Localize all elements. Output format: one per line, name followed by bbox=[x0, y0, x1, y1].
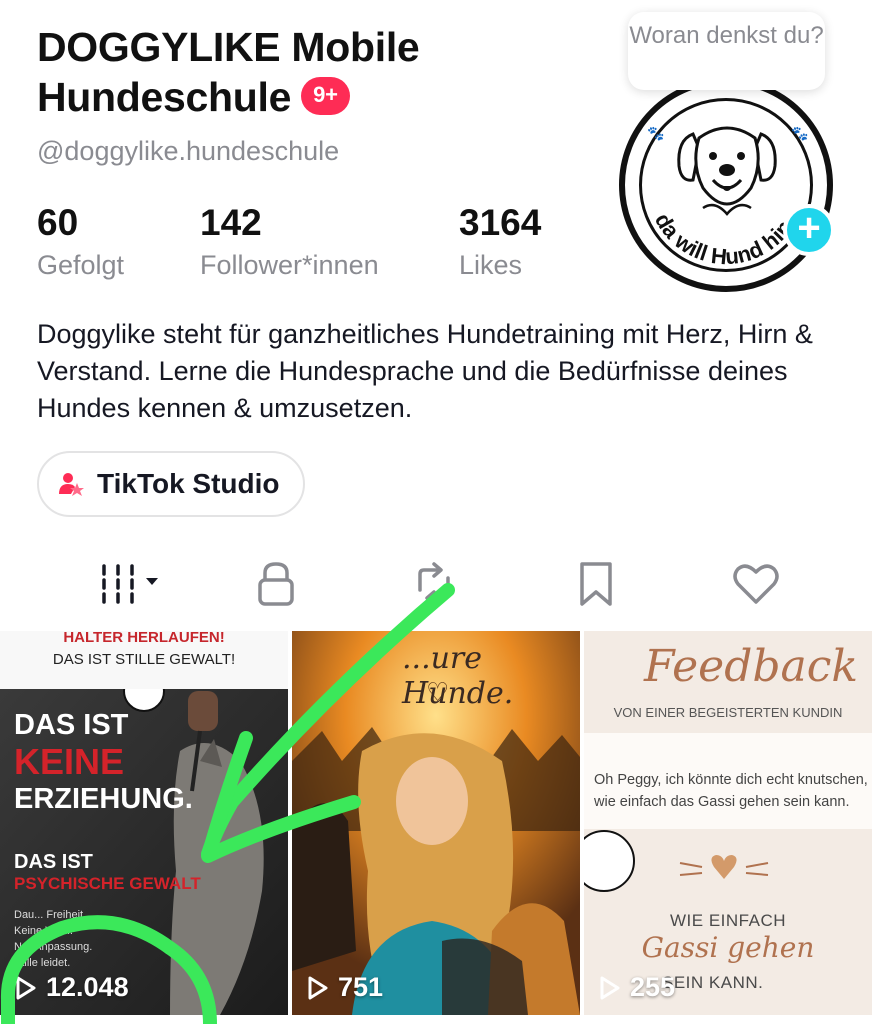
tab-liked[interactable] bbox=[724, 558, 788, 610]
video1-subtitle-line2: PSYCHISCHE GEWALT bbox=[14, 874, 201, 893]
lock-icon bbox=[258, 562, 294, 606]
video2-title: ...ure Hunde. bbox=[402, 641, 514, 711]
video3-bottom-line2: SEIN KANN. bbox=[662, 973, 764, 992]
avatar-slogan-text: da will Hund hin. bbox=[650, 209, 800, 270]
video1-title-line1: DAS IST bbox=[14, 709, 129, 741]
profile-stats: 60 Gefolgt 142 Follower*innen 3164 Likes bbox=[37, 200, 597, 290]
video1-title-line2: KEINE bbox=[14, 741, 125, 782]
video-views-count: 751 bbox=[338, 972, 384, 1002]
video3-bottom-script: Gassi gehen bbox=[641, 931, 815, 964]
stat-followers-label: Follower*innen bbox=[200, 250, 379, 280]
video-thumbnail[interactable]: ♡ ...ure Hunde. 751 bbox=[292, 631, 580, 1015]
stat-following[interactable]: 60 Gefolgt bbox=[37, 200, 124, 284]
video-views-count: 255 bbox=[630, 972, 676, 1002]
video3-subtitle: VON EINER BEGEISTERTEN KUNDIN bbox=[613, 705, 843, 720]
video1-banner-line2: DAS IST STILLE GEWALT! bbox=[52, 651, 236, 668]
profile-tabs bbox=[0, 552, 872, 616]
stat-likes-label: Likes bbox=[459, 250, 523, 280]
video-views-count: 12.048 bbox=[46, 972, 129, 1002]
video3-decor bbox=[584, 830, 769, 892]
video-views: 255 bbox=[598, 972, 675, 1003]
video1-subtitle-line1: DAS IST bbox=[14, 851, 93, 873]
profile-name-line2-text: Hundeschule bbox=[37, 74, 292, 120]
stat-likes-value: 3164 bbox=[459, 202, 542, 243]
video3-bottom-line1: WIE EINFACH bbox=[669, 911, 786, 930]
profile-bio: Doggylike steht für ganzheitliches Hunde… bbox=[37, 319, 813, 423]
stat-following-label: Gefolgt bbox=[37, 250, 125, 280]
avatar[interactable]: da will Hund hin. 🐾 🐾 + bbox=[619, 78, 835, 292]
svg-text:da will Hund hin.: da will Hund hin. bbox=[650, 209, 800, 270]
heart-icon bbox=[733, 564, 779, 604]
video-views: 751 bbox=[306, 972, 383, 1003]
svg-text:🐾: 🐾 bbox=[647, 125, 664, 142]
profile-name-line2: Hundeschule 9+ bbox=[37, 72, 597, 122]
avatar-image: da will Hund hin. 🐾 🐾 bbox=[619, 78, 833, 292]
video1-title-line3: ERZIEHUNG. bbox=[14, 783, 193, 815]
add-story-button[interactable]: + bbox=[783, 204, 835, 256]
notification-badge[interactable]: 9+ bbox=[301, 77, 350, 116]
profile-name-line1: DOGGYLIKE Mobile bbox=[37, 24, 420, 70]
tab-private[interactable] bbox=[246, 558, 306, 610]
play-icon bbox=[16, 976, 36, 999]
stat-followers[interactable]: 142 Follower*innen bbox=[200, 200, 379, 284]
video1-subtitle: DAS IST PSYCHISCHE GEWALT bbox=[14, 851, 201, 895]
video1-caption: Dau... Freiheit. Keine Wahl. Nur Anpassu… bbox=[14, 909, 93, 969]
profile-name: DOGGYLIKE Mobile Hundeschule 9+ bbox=[37, 22, 597, 122]
note-bubble[interactable]: Woran denkst du? bbox=[628, 12, 825, 90]
stat-likes[interactable]: 3164 Likes bbox=[459, 200, 541, 284]
profile-handle: @doggylike.hundeschule bbox=[37, 136, 340, 166]
studio-label: TikTok Studio bbox=[97, 468, 280, 499]
tab-reposts[interactable] bbox=[404, 558, 464, 610]
video1-title: DAS IST KEINE ERZIEHUNG. bbox=[14, 709, 193, 816]
play-icon bbox=[600, 976, 620, 999]
videos-grid-icon bbox=[102, 564, 158, 604]
tab-videos[interactable] bbox=[88, 558, 168, 610]
video-thumbnail[interactable]: HALTER HERLAUFEN! DAS IST STILLE GEWALT!… bbox=[0, 631, 288, 1015]
video-views: 12.048 bbox=[14, 972, 129, 1003]
bookmark-icon bbox=[580, 562, 612, 606]
studio-icon bbox=[59, 473, 84, 496]
tab-saved[interactable] bbox=[566, 558, 626, 610]
video-thumbnail[interactable]: Feedback VON EINER BEGEISTERTEN KUNDIN O… bbox=[584, 631, 872, 1015]
video3-title: Feedback bbox=[644, 641, 859, 692]
video1-banner: HALTER HERLAUFEN! DAS IST STILLE GEWALT! bbox=[0, 631, 288, 689]
video3-quote: Oh Peggy, ich könnte dich echt knutschen… bbox=[594, 772, 868, 810]
svg-text:🐾: 🐾 bbox=[791, 125, 808, 142]
video-grid: HALTER HERLAUFEN! DAS IST STILLE GEWALT!… bbox=[0, 631, 872, 1024]
stat-following-value: 60 bbox=[37, 202, 79, 243]
tiktok-studio-button[interactable]: TikTok Studio bbox=[37, 451, 305, 517]
video3-quote-box: Oh Peggy, ich könnte dich echt knutschen… bbox=[584, 733, 872, 829]
avatar-slogan: da will Hund hin. 🐾 🐾 bbox=[647, 125, 808, 270]
play-icon bbox=[308, 976, 328, 999]
video1-banner-line1: HALTER HERLAUFEN! bbox=[63, 631, 225, 646]
stat-followers-value: 142 bbox=[200, 202, 262, 243]
repost-icon bbox=[418, 562, 450, 606]
